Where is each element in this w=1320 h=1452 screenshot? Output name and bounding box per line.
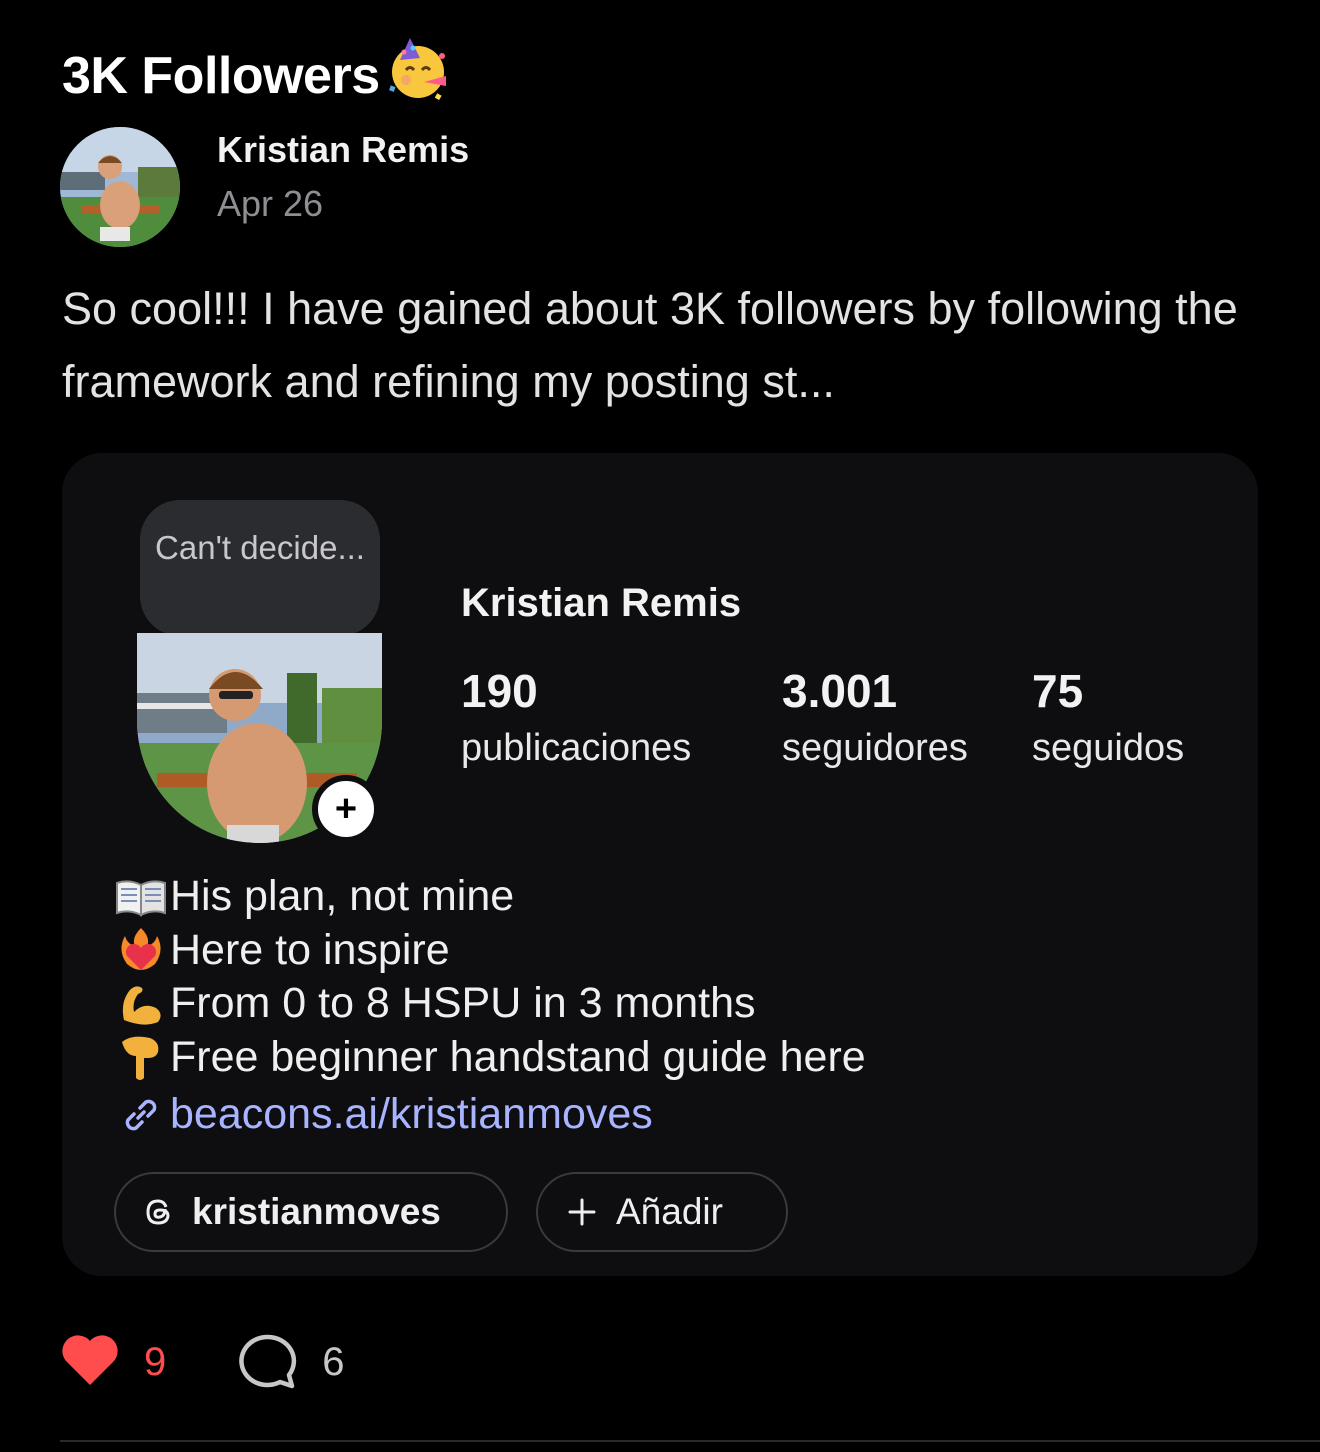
threads-icon (144, 1197, 174, 1227)
bio-text: Free beginner handstand guide here (170, 1032, 866, 1081)
heart-icon[interactable] (60, 1333, 120, 1392)
stat-posts-value: 190 (461, 665, 538, 717)
stat-followers[interactable]: 3.001 seguidores (782, 663, 968, 773)
post-body[interactable]: So cool!!! I have gained about 3K follow… (62, 272, 1282, 418)
open-book-icon (114, 872, 168, 922)
post-title: 3K Followers (62, 36, 450, 115)
link-icon (114, 1090, 168, 1140)
post-actions: 9 6 (60, 1330, 345, 1394)
stat-followers-value: 3.001 (782, 665, 898, 717)
threads-profile-button[interactable]: kristianmoves (114, 1172, 508, 1252)
bio-link[interactable]: beacons.ai/kristianmoves (114, 1088, 866, 1142)
author-avatar[interactable] (60, 127, 180, 247)
bio-line: His plan, not mine (114, 870, 866, 924)
author-name[interactable]: Kristian Remis (217, 128, 469, 172)
plus-icon (566, 1196, 598, 1228)
bio-text: From 0 to 8 HSPU in 3 months (170, 979, 756, 1027)
heart-on-fire-icon (114, 925, 168, 975)
bio-text: His plan, not mine (170, 872, 515, 920)
reply-count: 6 (322, 1339, 345, 1384)
bio-line: Free beginner handstand guide here (114, 1031, 866, 1085)
stat-posts[interactable]: 190 publicaciones (461, 663, 691, 773)
comment-bubble-icon[interactable] (238, 1333, 298, 1391)
bio-line: From 0 to 8 HSPU in 3 months (114, 977, 866, 1031)
divider (60, 1440, 1320, 1442)
post-date: Apr 26 (217, 183, 324, 224)
stat-followers-label: seguidores (782, 727, 968, 769)
threads-handle: kristianmoves (192, 1191, 441, 1232)
stat-following[interactable]: 75 seguidos (1032, 663, 1184, 773)
flexed-biceps-icon (114, 979, 168, 1029)
stat-posts-label: publicaciones (461, 727, 692, 769)
bio-text: Here to inspire (170, 925, 450, 974)
note-bubble: Can't decide... (140, 500, 380, 636)
stat-following-label: seguidos (1032, 727, 1185, 769)
add-button[interactable]: Añadir (536, 1172, 788, 1252)
bio-link-text[interactable]: beacons.ai/kristianmoves (170, 1088, 653, 1142)
backhand-index-down-icon (114, 1032, 168, 1082)
profile-bio: His plan, not mine Here to inspire From … (114, 870, 866, 1142)
profile-screenshot-card[interactable]: Can't decide... + Kristian Remis 190 pub… (62, 453, 1258, 1276)
add-story-button[interactable]: + (312, 775, 380, 843)
like-count: 9 (144, 1339, 167, 1384)
bio-line: Here to inspire (114, 924, 866, 978)
post-title-text: 3K Followers (62, 46, 380, 105)
stat-following-value: 75 (1032, 665, 1084, 717)
profile-name: Kristian Remis (461, 581, 742, 625)
partying-face-icon (384, 36, 450, 115)
add-button-label: Añadir (616, 1191, 723, 1232)
